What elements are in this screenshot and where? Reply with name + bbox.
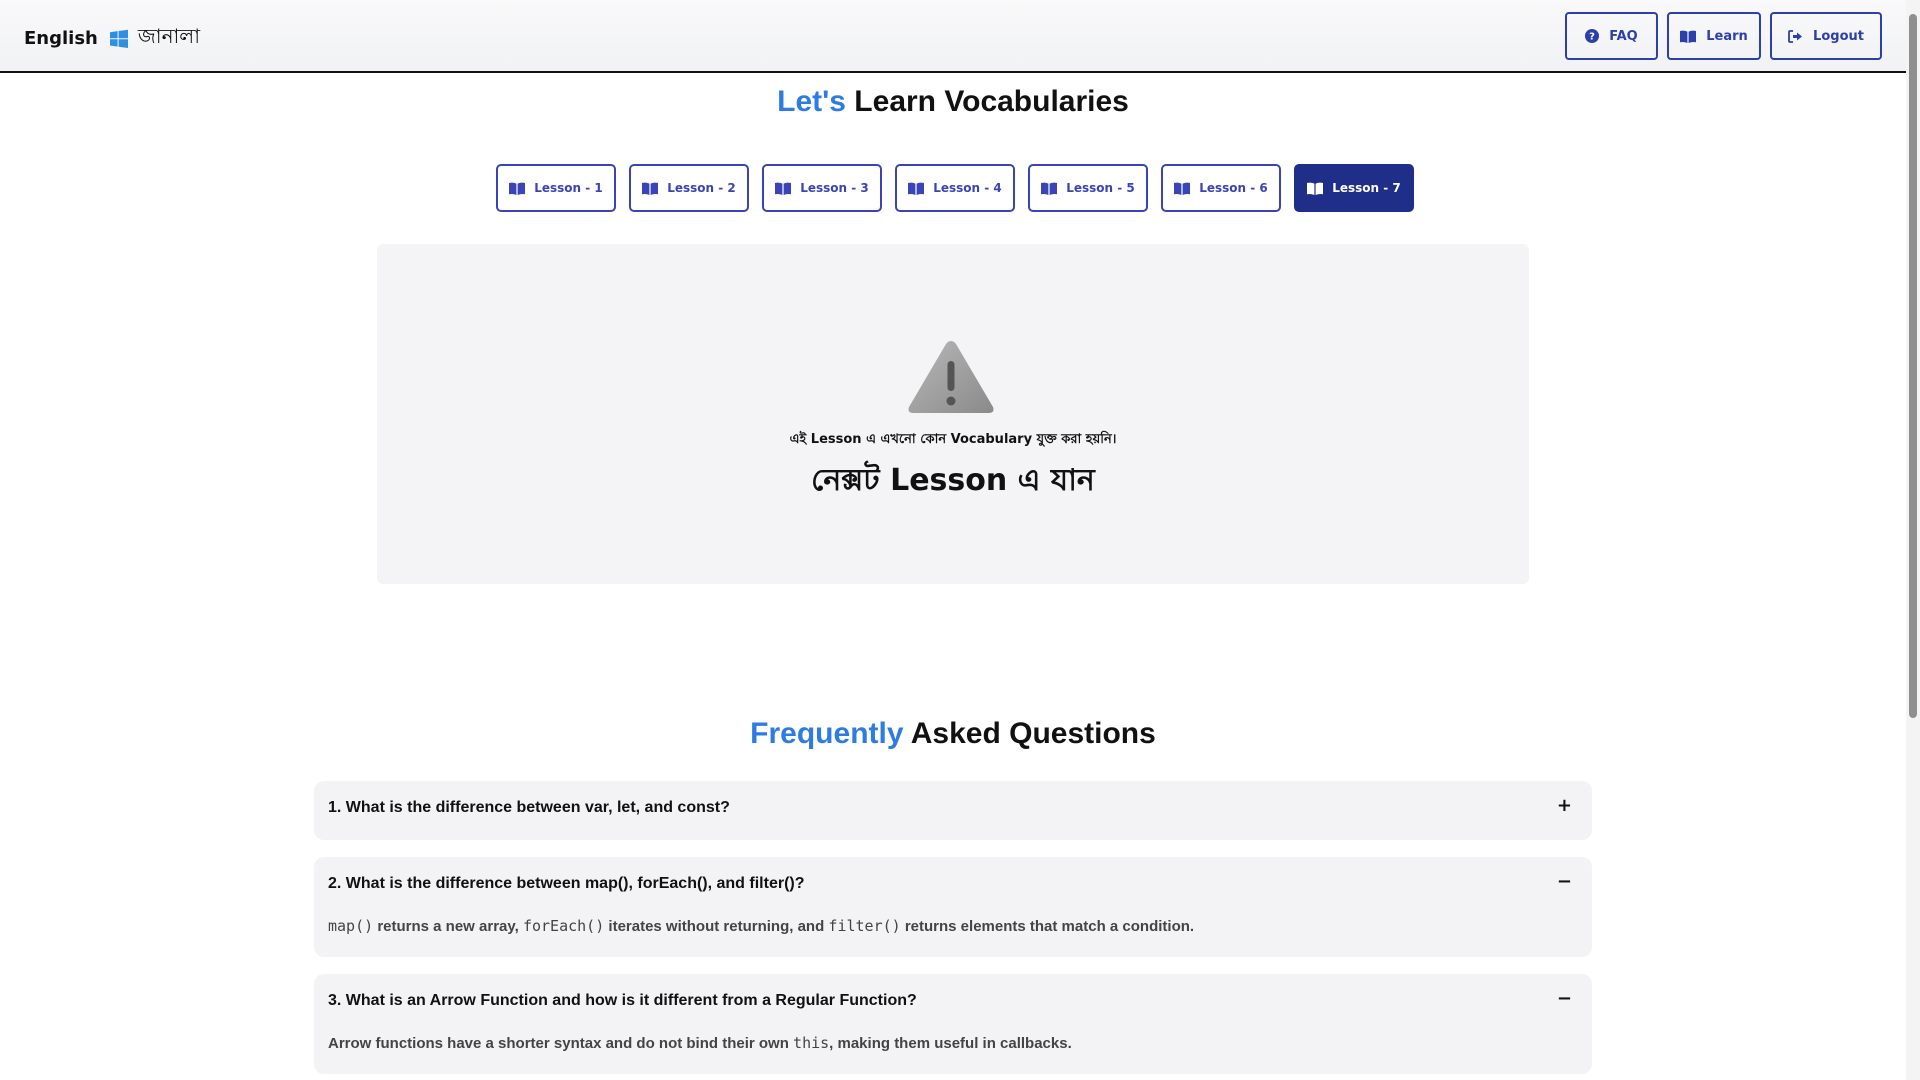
faq-answer-3: Arrow functions have a shorter syntax an…	[328, 1034, 1072, 1052]
lesson-6-label: Lesson - 6	[1199, 181, 1268, 195]
lesson-7-button[interactable]: Lesson - 7	[1294, 164, 1414, 212]
lesson-3-label: Lesson - 3	[800, 181, 869, 195]
code-foreach: forEach()	[522, 917, 605, 935]
scrollbar-thumb[interactable]	[1909, 14, 1917, 718]
empty-lesson-panel: এই Lesson এ এখনো কোন Vocabulary যুক্ত কর…	[377, 244, 1529, 584]
empty-lesson-message: এই Lesson এ এখনো কোন Vocabulary যুক্ত কর…	[789, 432, 1117, 447]
code-filter: filter()	[828, 917, 901, 935]
code-map: map()	[328, 917, 374, 935]
lesson-1-label: Lesson - 1	[534, 181, 603, 195]
lesson-5-button[interactable]: Lesson - 5	[1028, 164, 1148, 212]
book-open-icon	[1307, 182, 1324, 195]
brand-bangla: জানালা	[137, 24, 201, 48]
lesson-5-label: Lesson - 5	[1066, 181, 1135, 195]
collapse-icon[interactable]: −	[1557, 871, 1572, 892]
lesson-2-label: Lesson - 2	[667, 181, 736, 195]
logout-button-label: Logout	[1813, 28, 1864, 44]
brand[interactable]: English জানালা	[24, 22, 200, 55]
code-this: this	[793, 1034, 830, 1052]
book-open-icon	[908, 182, 925, 195]
faq-answer-2: map() returns a new array, forEach() ite…	[328, 917, 1194, 935]
faq-button-label: FAQ	[1609, 28, 1638, 44]
answer-text: , making them useful in callbacks.	[829, 1035, 1072, 1052]
lesson-3-button[interactable]: Lesson - 3	[762, 164, 882, 212]
next-lesson-prompt: নেক্সট Lesson এ যান	[811, 463, 1095, 498]
vocab-heading-rest: Learn Vocabularies	[845, 85, 1129, 118]
windows-logo-icon	[109, 29, 128, 48]
logout-icon	[1788, 29, 1803, 43]
vocab-heading: Let's Learn Vocabularies	[0, 85, 1906, 119]
lesson-4-label: Lesson - 4	[933, 181, 1002, 195]
svg-text:?: ?	[1589, 32, 1595, 43]
question-circle-icon: ?	[1585, 29, 1600, 43]
vocab-heading-accent: Let's	[777, 85, 846, 118]
faq-heading-rest: Asked Questions	[903, 717, 1156, 750]
faq-item-1[interactable]: 1. What is the difference between var, l…	[314, 781, 1592, 840]
book-open-icon	[1174, 182, 1191, 195]
faq-question-3: 3. What is an Arrow Function and how is …	[328, 992, 917, 1009]
lesson-4-button[interactable]: Lesson - 4	[895, 164, 1015, 212]
navbar: English জানালা ? FAQ Learn Logout	[0, 0, 1906, 73]
answer-text: Arrow functions have a shorter syntax an…	[328, 1035, 794, 1052]
scrollbar[interactable]	[1906, 0, 1920, 1080]
faq-heading: Frequently Asked Questions	[0, 717, 1906, 751]
brand-english: English	[24, 28, 98, 49]
collapse-icon[interactable]: −	[1557, 988, 1572, 1009]
faq-item-3[interactable]: 3. What is an Arrow Function and how is …	[314, 974, 1592, 1074]
book-open-icon	[775, 182, 792, 195]
lesson-6-button[interactable]: Lesson - 6	[1161, 164, 1281, 212]
lesson-button-row: Lesson - 1 Lesson - 2 Lesson - 3 Lesson …	[496, 164, 1414, 212]
learn-button-label: Learn	[1706, 28, 1748, 44]
nav-buttons: ? FAQ Learn Logout	[1565, 12, 1882, 60]
warning-icon	[908, 341, 994, 413]
faq-question-1: 1. What is the difference between var, l…	[328, 799, 730, 816]
logout-button[interactable]: Logout	[1770, 12, 1882, 60]
book-open-icon	[1041, 182, 1058, 195]
faq-button[interactable]: ? FAQ	[1565, 12, 1658, 60]
lesson-2-button[interactable]: Lesson - 2	[629, 164, 749, 212]
lesson-1-button[interactable]: Lesson - 1	[496, 164, 616, 212]
answer-text: returns elements that match a condition.	[900, 918, 1195, 935]
faq-question-2: 2. What is the difference between map(),…	[328, 875, 805, 892]
faq-item-2[interactable]: 2. What is the difference between map(),…	[314, 857, 1592, 957]
answer-text: iterates without returning, and	[604, 918, 829, 935]
answer-text: returns a new array,	[373, 918, 523, 935]
faq-heading-accent: Frequently	[750, 717, 904, 750]
lesson-7-label: Lesson - 7	[1332, 181, 1401, 195]
book-open-icon	[642, 182, 659, 195]
book-open-icon	[509, 182, 526, 195]
learn-button[interactable]: Learn	[1667, 12, 1761, 60]
expand-icon[interactable]: +	[1557, 795, 1572, 816]
book-open-icon	[1680, 30, 1697, 43]
